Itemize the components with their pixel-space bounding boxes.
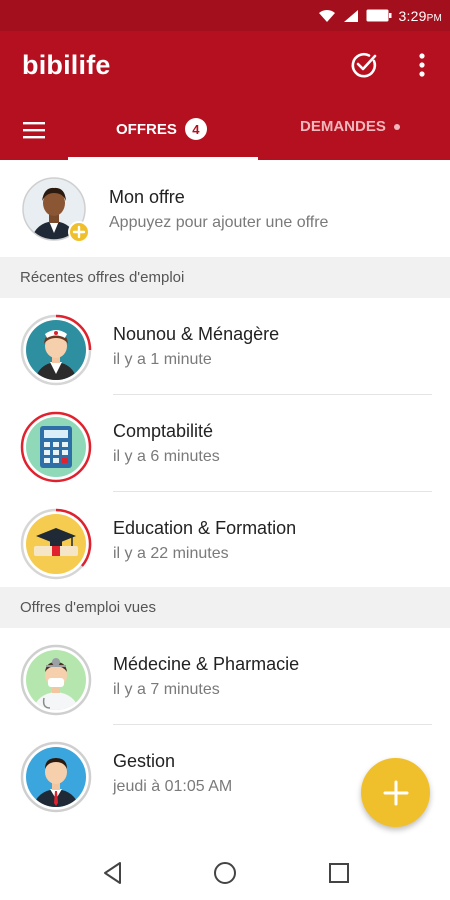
item-title: Comptabilité bbox=[113, 421, 214, 441]
item-time: il y a 6 minutes bbox=[113, 448, 220, 465]
plus-icon bbox=[383, 780, 408, 805]
back-icon[interactable] bbox=[100, 860, 126, 886]
add-offer-button[interactable] bbox=[361, 758, 430, 827]
item-time: il y a 7 minutes bbox=[113, 681, 220, 698]
home-icon[interactable] bbox=[212, 860, 238, 886]
my-offer-subtitle: Appuyez pour ajouter une offre bbox=[109, 214, 329, 231]
tab-offres[interactable]: OFFRES 4 bbox=[116, 118, 207, 140]
my-offer-row[interactable]: Mon offre Appuyez pour ajouter une offre bbox=[0, 160, 450, 257]
item-time: il y a 1 minute bbox=[113, 351, 212, 368]
graduation-cap-icon bbox=[20, 508, 92, 580]
item-title: Nounou & Ménagère bbox=[113, 324, 280, 344]
more-vert-icon[interactable] bbox=[412, 51, 432, 79]
battery-icon bbox=[366, 9, 392, 22]
app-bar: bibilife OFFRES 4 DEMANDES bbox=[0, 31, 450, 160]
manager-icon bbox=[20, 741, 92, 813]
list-item[interactable]: Education & Formation il y a 22 minutes bbox=[0, 492, 450, 586]
nanny-icon bbox=[20, 314, 92, 386]
item-title: Gestion bbox=[113, 751, 176, 771]
signal-icon bbox=[343, 9, 358, 22]
status-time: 3:29PM bbox=[398, 7, 442, 24]
my-offer-title: Mon offre bbox=[109, 187, 185, 207]
notification-dot bbox=[393, 123, 400, 130]
app-title: bibilife bbox=[22, 50, 111, 80]
item-time: il y a 22 minutes bbox=[113, 545, 229, 562]
check-circle-icon[interactable] bbox=[350, 51, 378, 79]
doctor-icon bbox=[20, 644, 92, 716]
calculator-icon bbox=[20, 411, 92, 483]
section-header-viewed: Offres d'emploi vues bbox=[0, 587, 450, 628]
item-title: Médecine & Pharmacie bbox=[113, 654, 300, 674]
list-item[interactable]: Comptabilité il y a 6 minutes bbox=[0, 395, 450, 492]
tab-demandes[interactable]: DEMANDES bbox=[300, 118, 400, 135]
tab-label: DEMANDES bbox=[300, 118, 386, 135]
tab-badge: 4 bbox=[184, 118, 207, 140]
item-title: Education & Formation bbox=[113, 518, 297, 538]
status-bar: 3:29PM bbox=[0, 0, 450, 31]
tab-label: OFFRES bbox=[116, 120, 177, 138]
wifi-icon bbox=[318, 9, 335, 22]
user-avatar bbox=[22, 177, 90, 243]
section-header-recent: Récentes offres d'emploi bbox=[0, 257, 450, 298]
item-time: jeudi à 01:05 AM bbox=[113, 778, 233, 795]
menu-icon[interactable] bbox=[22, 120, 46, 140]
recents-icon[interactable] bbox=[326, 860, 352, 886]
list-item[interactable]: Nounou & Ménagère il y a 1 minute bbox=[0, 298, 450, 395]
system-nav-bar bbox=[0, 846, 450, 900]
list-item[interactable]: Médecine & Pharmacie il y a 7 minutes bbox=[0, 628, 450, 725]
